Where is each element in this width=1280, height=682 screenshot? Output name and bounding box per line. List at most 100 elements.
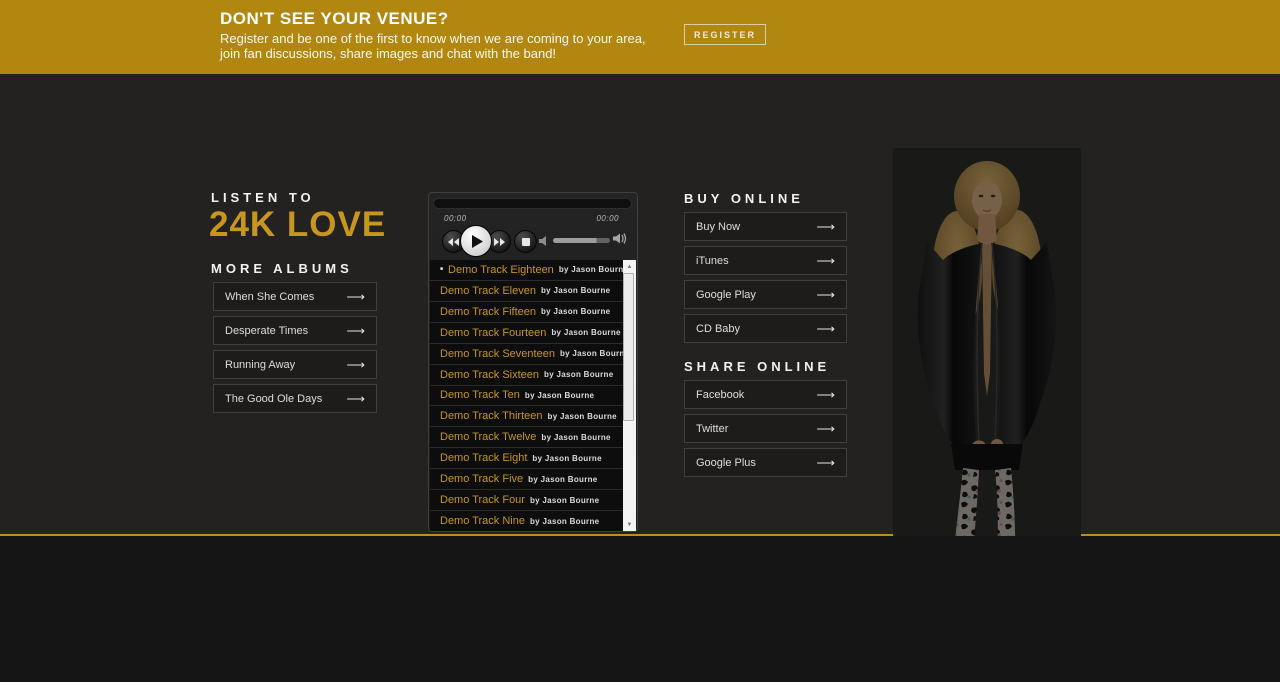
button-label: iTunes: [696, 254, 729, 267]
track-title: Demo Track Fifteen: [440, 305, 536, 318]
music-player: 00:00 00:00 ■ Demo Track Eighteen by Jas…: [428, 192, 638, 532]
track-title: Demo Track Sixteen: [440, 368, 540, 381]
track-title: Demo Track Seventeen: [440, 347, 555, 360]
fast-forward-icon: [494, 237, 505, 246]
page: DON'T SEE YOUR VENUE? Register and be on…: [0, 0, 1280, 682]
twitter-button[interactable]: Twitter ⟶: [684, 414, 847, 443]
register-button[interactable]: REGISTER: [684, 24, 766, 45]
track-title: Demo Track Twelve: [440, 431, 537, 444]
banner-subtitle-line1: Register and be one of the first to know…: [220, 31, 646, 46]
scroll-up-icon[interactable]: ▲: [623, 260, 636, 273]
button-label: Buy Now: [696, 220, 741, 233]
track-row[interactable]: Demo Track Ten by Jason Bourne: [430, 386, 625, 407]
share-online-heading: SHARE ONLINE: [684, 359, 831, 374]
track-credit: by Jason Bourne: [551, 328, 621, 338]
album-title: 24K LOVE: [209, 205, 387, 244]
rewind-icon: [448, 237, 459, 246]
track-row[interactable]: Demo Track Fifteen by Jason Bourne: [430, 302, 625, 323]
arrow-right-icon: ⟶: [346, 391, 365, 406]
buy-online-heading: BUY ONLINE: [684, 191, 804, 206]
button-label: Facebook: [696, 388, 745, 401]
button-label: Google Play: [696, 288, 756, 301]
track-title: Demo Track Ten: [440, 389, 520, 402]
main-section: LISTEN TO 24K LOVE MORE ALBUMS When She …: [0, 74, 1280, 608]
now-playing-icon: ■: [440, 266, 444, 273]
elapsed-time: 00:00: [444, 214, 467, 223]
track-title: Demo Track Thirteen: [440, 410, 543, 423]
arrow-right-icon: ⟶: [346, 289, 365, 304]
track-credit: by Jason Bourne: [559, 349, 625, 359]
button-label: The Good Ole Days: [225, 392, 323, 405]
track-row[interactable]: Demo Track Thirteen by Jason Bourne: [430, 406, 625, 428]
scrollbar-thumb[interactable]: [623, 273, 634, 421]
banner-subtitle: Register and be one of the first to know…: [220, 31, 646, 61]
album-button-when-she-comes[interactable]: When She Comes ⟶: [213, 282, 377, 311]
play-icon: [472, 234, 483, 248]
track-row[interactable]: Demo Track Fourteen by Jason Bourne: [430, 323, 625, 344]
tracklist-scrollbar[interactable]: ▲ ▼: [623, 260, 636, 531]
button-label: Google Plus: [696, 456, 756, 469]
track-credit: by Jason Bourne: [528, 474, 598, 484]
google-plus-button[interactable]: Google Plus ⟶: [684, 448, 847, 477]
arrow-right-icon: ⟶: [816, 321, 835, 336]
buy-now-button[interactable]: Buy Now ⟶: [684, 212, 847, 241]
button-label: Running Away: [225, 358, 296, 371]
track-row[interactable]: Demo Track Seventeen by Jason Bourne: [430, 344, 625, 365]
stop-button[interactable]: [514, 230, 537, 253]
more-albums-heading: MORE ALBUMS: [211, 261, 353, 276]
button-label: CD Baby: [696, 322, 741, 335]
track-credit: by Jason Bourne: [524, 390, 595, 400]
album-button-good-ole-days[interactable]: The Good Ole Days ⟶: [213, 384, 377, 413]
track-row[interactable]: Demo Track Eight by Jason Bourne: [430, 448, 625, 470]
track-credit: by Jason Bourne: [529, 495, 600, 505]
album-button-desperate-times[interactable]: Desperate Times ⟶: [213, 316, 377, 345]
track-credit: by Jason Bourne: [529, 516, 600, 526]
track-credit: by Jason Bourne: [541, 432, 611, 442]
merchandise-section: NEW MERCHANDISE: [0, 536, 1280, 682]
track-row[interactable]: Demo Track Five by Jason Bourne: [430, 469, 625, 491]
track-title: Demo Track Fourteen: [440, 326, 547, 339]
stop-icon: [521, 237, 530, 246]
arrow-right-icon: ⟶: [816, 287, 835, 302]
arrow-right-icon: ⟶: [816, 253, 835, 268]
venue-banner: DON'T SEE YOUR VENUE? Register and be on…: [0, 0, 1280, 74]
banner-title: DON'T SEE YOUR VENUE?: [220, 9, 449, 28]
track-row[interactable]: ■ Demo Track Eighteen by Jason Bourne: [430, 260, 625, 281]
track-row[interactable]: Demo Track Sixteen by Jason Bourne: [430, 365, 625, 386]
track-title: Demo Track Nine: [440, 515, 525, 528]
volume-max-icon[interactable]: [613, 232, 627, 250]
play-button[interactable]: [460, 225, 492, 257]
track-title: Demo Track Five: [440, 473, 524, 486]
track-credit: by Jason Bourne: [540, 286, 611, 296]
track-title: Demo Track Eight: [440, 452, 528, 465]
track-credit: by Jason Bourne: [558, 265, 625, 275]
itunes-button[interactable]: iTunes ⟶: [684, 246, 847, 275]
facebook-button[interactable]: Facebook ⟶: [684, 380, 847, 409]
button-label: Twitter: [696, 422, 729, 435]
track-title: Demo Track Eleven: [440, 284, 536, 297]
seek-bar[interactable]: [433, 198, 632, 209]
scroll-down-icon[interactable]: ▼: [623, 518, 636, 531]
arrow-right-icon: ⟶: [816, 219, 835, 234]
track-credit: by Jason Bourne: [540, 307, 611, 317]
button-label: When She Comes: [225, 290, 315, 303]
track-credit: by Jason Bourne: [544, 370, 614, 380]
arrow-right-icon: ⟶: [816, 455, 835, 470]
track-row[interactable]: Demo Track Four by Jason Bourne: [430, 490, 625, 512]
arrow-right-icon: ⟶: [346, 323, 365, 338]
track-row[interactable]: Demo Track Eleven by Jason Bourne: [430, 281, 625, 302]
volume-mute-icon[interactable]: [539, 234, 551, 252]
track-title: Demo Track Eighteen: [448, 263, 554, 276]
arrow-right-icon: ⟶: [816, 387, 835, 402]
volume-slider[interactable]: [553, 238, 610, 243]
track-credit: by Jason Bourne: [532, 453, 602, 463]
album-button-running-away[interactable]: Running Away ⟶: [213, 350, 377, 379]
track-title: Demo Track Four: [440, 494, 525, 507]
track-row[interactable]: Demo Track Twelve by Jason Bourne: [430, 427, 625, 449]
button-label: Desperate Times: [225, 324, 309, 337]
google-play-button[interactable]: Google Play ⟶: [684, 280, 847, 309]
arrow-right-icon: ⟶: [346, 357, 365, 372]
tracklist: ■ Demo Track Eighteen by Jason Bourne De…: [430, 260, 625, 531]
track-row[interactable]: Demo Track Nine by Jason Bourne: [430, 511, 625, 531]
cd-baby-button[interactable]: CD Baby ⟶: [684, 314, 847, 343]
